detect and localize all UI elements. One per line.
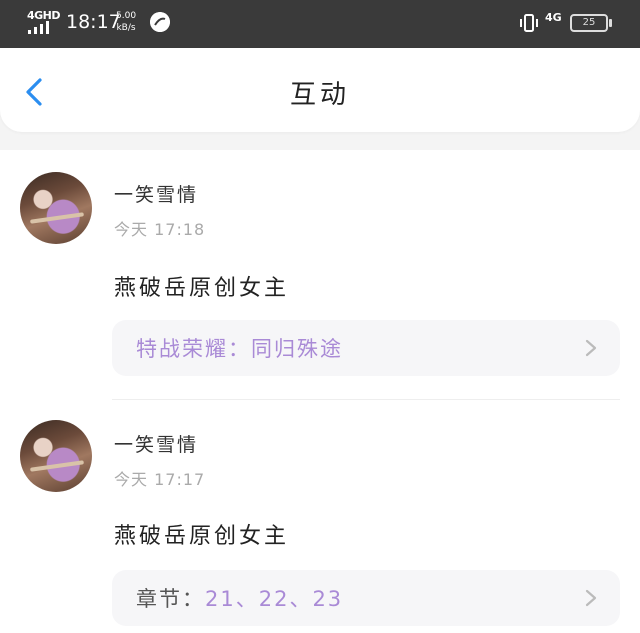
- card-link-text: 章节：21、22、23: [136, 583, 343, 613]
- speed-unit: kB/s: [116, 23, 136, 33]
- battery-level: 25: [582, 17, 596, 28]
- battery-nub: [609, 19, 612, 27]
- network-speed: 5.00 kB/s: [116, 10, 136, 34]
- avatar[interactable]: [20, 420, 92, 492]
- chevron-right-icon: [585, 589, 597, 607]
- page-title: 互动: [289, 80, 350, 110]
- interaction-feed: 一笑雪情 今天 17:18 燕破岳原创女主 特战荣耀：同归殊途 一笑雪情 今天 …: [0, 150, 640, 633]
- comment-time: 今天 17:18: [114, 220, 206, 239]
- card-value: 同归殊途: [251, 337, 343, 361]
- battery-icon: 25: [570, 14, 608, 32]
- mobile-data-label: 4G: [545, 11, 562, 24]
- chevron-right-icon: [585, 339, 597, 357]
- status-bar: 4GHD 18:17 5.00 kB/s 4G 25: [0, 0, 640, 48]
- story-link-card[interactable]: 特战荣耀：同归殊途: [112, 320, 620, 376]
- speed-value: 5.00: [116, 11, 137, 21]
- app-notification-icon: [150, 12, 170, 32]
- chapter-link-card[interactable]: 章节：21、22、23: [112, 570, 620, 626]
- comment-time: 今天 17:17: [114, 470, 206, 489]
- avatar[interactable]: [20, 172, 92, 244]
- card-link-text: 特战荣耀：同归殊途: [136, 333, 343, 363]
- app-header: 互动: [0, 48, 640, 132]
- card-prefix: 特战荣耀：: [136, 337, 251, 361]
- comment-text: 燕破岳原创女主: [114, 524, 290, 549]
- card-prefix: 章节：: [136, 587, 205, 611]
- clock: 18:17: [66, 11, 121, 33]
- vibrate-icon: [520, 14, 538, 32]
- card-value: 21、22、23: [205, 587, 344, 611]
- divider: [112, 399, 620, 400]
- network-type: 4GHD: [27, 9, 61, 22]
- comment-username[interactable]: 一笑雪情: [114, 430, 198, 457]
- comment-text: 燕破岳原创女主: [114, 276, 290, 301]
- comment-username[interactable]: 一笑雪情: [114, 180, 198, 207]
